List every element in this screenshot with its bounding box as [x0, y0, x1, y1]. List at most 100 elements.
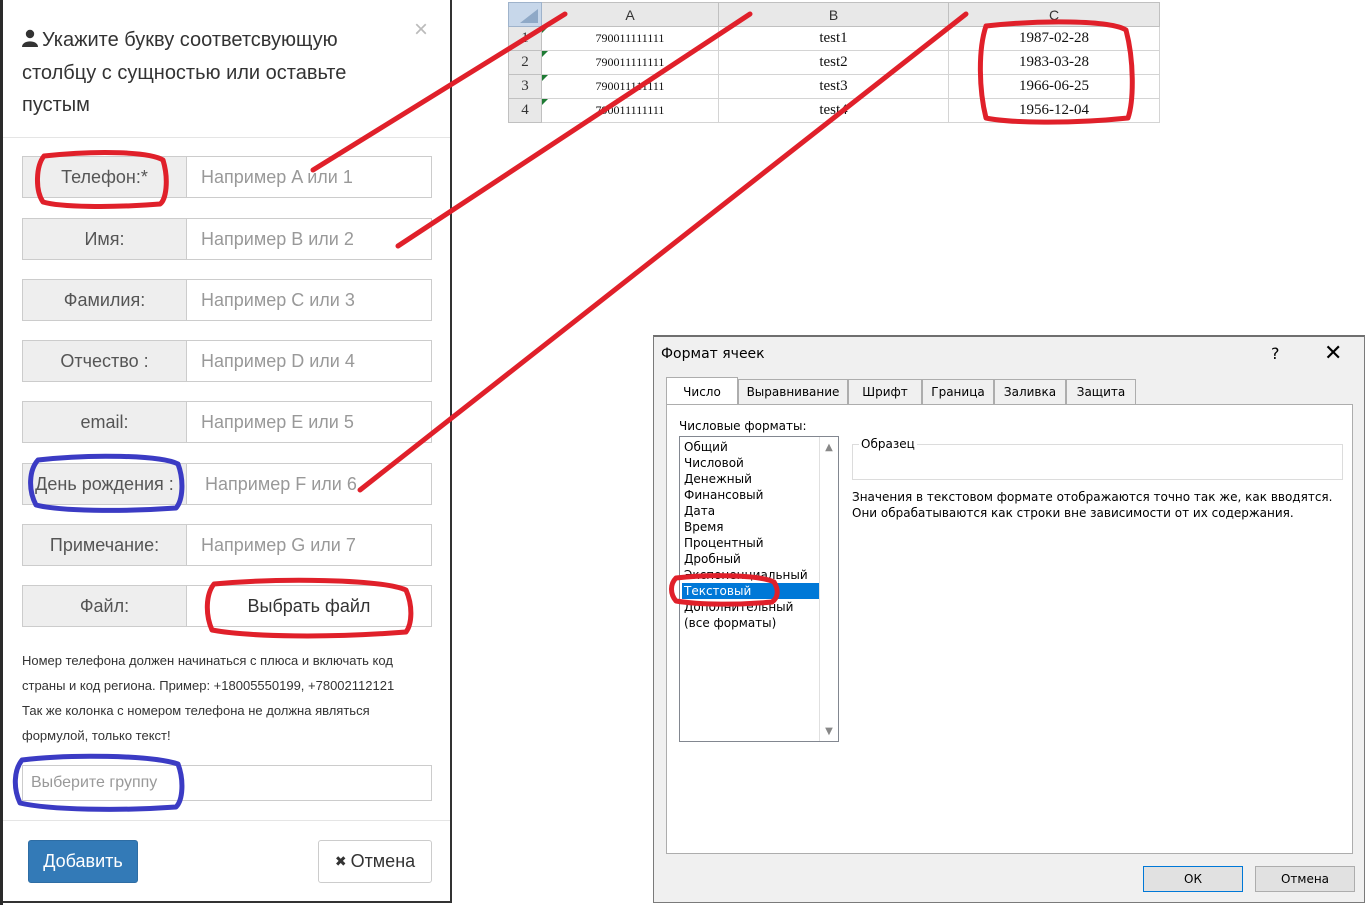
tab-border[interactable]: Граница — [922, 379, 994, 404]
format-item-general[interactable]: Общий — [682, 439, 822, 455]
tab-number[interactable]: Число — [666, 377, 738, 405]
close-icon[interactable]: × — [414, 18, 428, 42]
formats-caption: Числовые форматы: — [679, 419, 807, 433]
row-header[interactable]: 1 — [508, 27, 542, 51]
format-item-currency[interactable]: Денежный — [682, 471, 822, 487]
help-line: Номер телефона должен начинаться с плюса… — [22, 653, 395, 693]
phone-input[interactable]: Например A или 1 — [186, 156, 432, 198]
tab-font[interactable]: Шрифт — [848, 379, 922, 404]
add-button[interactable]: Добавить — [28, 840, 138, 883]
cell-phone[interactable]: 790011111111 — [542, 99, 719, 123]
field-first-name: Имя: Например B или 2 — [22, 218, 432, 260]
format-item-scientific[interactable]: Экспоненциальный — [682, 567, 822, 583]
cancel-icon: ✖ — [334, 853, 347, 869]
field-label: Фамилия: — [22, 279, 186, 321]
modal-title: Укажите букву соответсвующую столбцу с с… — [22, 24, 402, 121]
help-text: Номер телефона должен начинаться с плюса… — [22, 648, 437, 748]
format-item-accounting[interactable]: Финансовый — [682, 487, 822, 503]
spreadsheet: A B C 1 790011111111 test1 1987-02-28 2 … — [508, 2, 1160, 123]
field-patronymic: Отчество : Например D или 4 — [22, 340, 432, 382]
format-item-fraction[interactable]: Дробный — [682, 551, 822, 567]
scroll-down-icon[interactable]: ▼ — [820, 723, 838, 739]
tab-alignment[interactable]: Выравнивание — [738, 379, 848, 404]
field-label: Примечание: — [22, 524, 186, 566]
format-item-number[interactable]: Числовой — [682, 455, 822, 471]
last-name-input[interactable]: Например C или 3 — [186, 279, 432, 321]
patronymic-input[interactable]: Например D или 4 — [186, 340, 432, 382]
cell-value: 790011111111 — [595, 31, 665, 45]
cancel-label: Отмена — [350, 851, 416, 871]
birthday-input[interactable]: Например F или 6 — [186, 463, 432, 505]
format-item-percentage[interactable]: Процентный — [682, 535, 822, 551]
cancel-button[interactable]: Отмена — [1255, 866, 1355, 892]
field-label: Файл: — [22, 585, 186, 627]
text-number-marker — [542, 75, 548, 81]
divider — [3, 137, 450, 138]
format-item-time[interactable]: Время — [682, 519, 822, 535]
close-icon[interactable]: ✕ — [1324, 341, 1342, 366]
field-email: email: Например E или 5 — [22, 401, 432, 443]
sample-caption: Образец — [859, 437, 917, 451]
formats-list[interactable]: Общий Числовой Денежный Финансовый Дата … — [679, 436, 839, 742]
group-select[interactable]: Выберите группу — [22, 765, 432, 801]
cell-birthday[interactable]: 1966-06-25 — [949, 75, 1160, 99]
row-header[interactable]: 2 — [508, 51, 542, 75]
field-birthday: День рождения : Например F или 6 — [22, 463, 432, 505]
field-label: День рождения : — [22, 463, 186, 505]
row-header[interactable]: 4 — [508, 99, 542, 123]
format-item-special[interactable]: Дополнительный — [682, 599, 822, 615]
text-number-marker — [542, 27, 548, 33]
cell-phone[interactable]: 790011111111 — [542, 75, 719, 99]
tab-fill[interactable]: Заливка — [994, 379, 1066, 404]
formats-scrollbar[interactable]: ▲ ▼ — [819, 437, 838, 741]
cell-name[interactable]: test4 — [719, 99, 949, 123]
first-name-input[interactable]: Например B или 2 — [186, 218, 432, 260]
help-icon[interactable]: ? — [1271, 344, 1280, 363]
tab-panel-number: Числовые форматы: Общий Числовой Денежны… — [666, 404, 1353, 854]
cell-phone[interactable]: 790011111111 — [542, 51, 719, 75]
import-modal: Укажите букву соответсвующую столбцу с с… — [0, 0, 452, 903]
text-number-marker — [542, 99, 548, 105]
cancel-button[interactable]: ✖ Отмена — [318, 840, 432, 883]
cell-birthday[interactable]: 1983-03-28 — [949, 51, 1160, 75]
select-all-corner[interactable] — [508, 2, 542, 27]
cell-value: 790011111111 — [595, 103, 665, 117]
format-item-text[interactable]: Текстовый — [682, 583, 822, 599]
field-phone: Телефон:* Например A или 1 — [22, 156, 432, 198]
field-file: Файл: Выбрать файл — [22, 585, 432, 627]
scroll-up-icon[interactable]: ▲ — [820, 439, 838, 455]
cell-name[interactable]: test2 — [719, 51, 949, 75]
field-label: Телефон:* — [22, 156, 186, 198]
cell-value: 790011111111 — [595, 79, 665, 93]
row-header[interactable]: 3 — [508, 75, 542, 99]
modal-title-text: Укажите букву соответсвующую столбцу с с… — [22, 29, 347, 116]
choose-file-button[interactable]: Выбрать файл — [186, 585, 432, 627]
field-last-name: Фамилия: Например C или 3 — [22, 279, 432, 321]
cell-value: 790011111111 — [595, 55, 665, 69]
cell-name[interactable]: test1 — [719, 27, 949, 51]
text-number-marker — [542, 51, 548, 57]
window-edge — [0, 0, 3, 905]
column-header-c[interactable]: C — [949, 2, 1160, 27]
column-header-a[interactable]: A — [542, 2, 719, 27]
format-cells-dialog: Формат ячеек ? ✕ Число Выравнивание Шриф… — [653, 335, 1365, 903]
user-icon — [22, 25, 38, 57]
email-input[interactable]: Например E или 5 — [186, 401, 432, 443]
column-header-b[interactable]: B — [719, 2, 949, 27]
field-label: Отчество : — [22, 340, 186, 382]
help-line: Так же колонка с номером телефона не дол… — [22, 703, 370, 743]
format-description: Значения в текстовом формате отображаютс… — [852, 490, 1333, 520]
field-note: Примечание: Например G или 7 — [22, 524, 432, 566]
tab-protection[interactable]: Защита — [1066, 379, 1136, 404]
ok-button[interactable]: ОК — [1143, 866, 1243, 892]
sample-box — [852, 444, 1343, 480]
cell-phone[interactable]: 790011111111 — [542, 27, 719, 51]
field-label: Имя: — [22, 218, 186, 260]
cell-name[interactable]: test3 — [719, 75, 949, 99]
format-item-custom[interactable]: (все форматы) — [682, 615, 822, 631]
cell-birthday[interactable]: 1987-02-28 — [949, 27, 1160, 51]
note-input[interactable]: Например G или 7 — [186, 524, 432, 566]
field-label: email: — [22, 401, 186, 443]
format-item-date[interactable]: Дата — [682, 503, 822, 519]
cell-birthday[interactable]: 1956-12-04 — [949, 99, 1160, 123]
